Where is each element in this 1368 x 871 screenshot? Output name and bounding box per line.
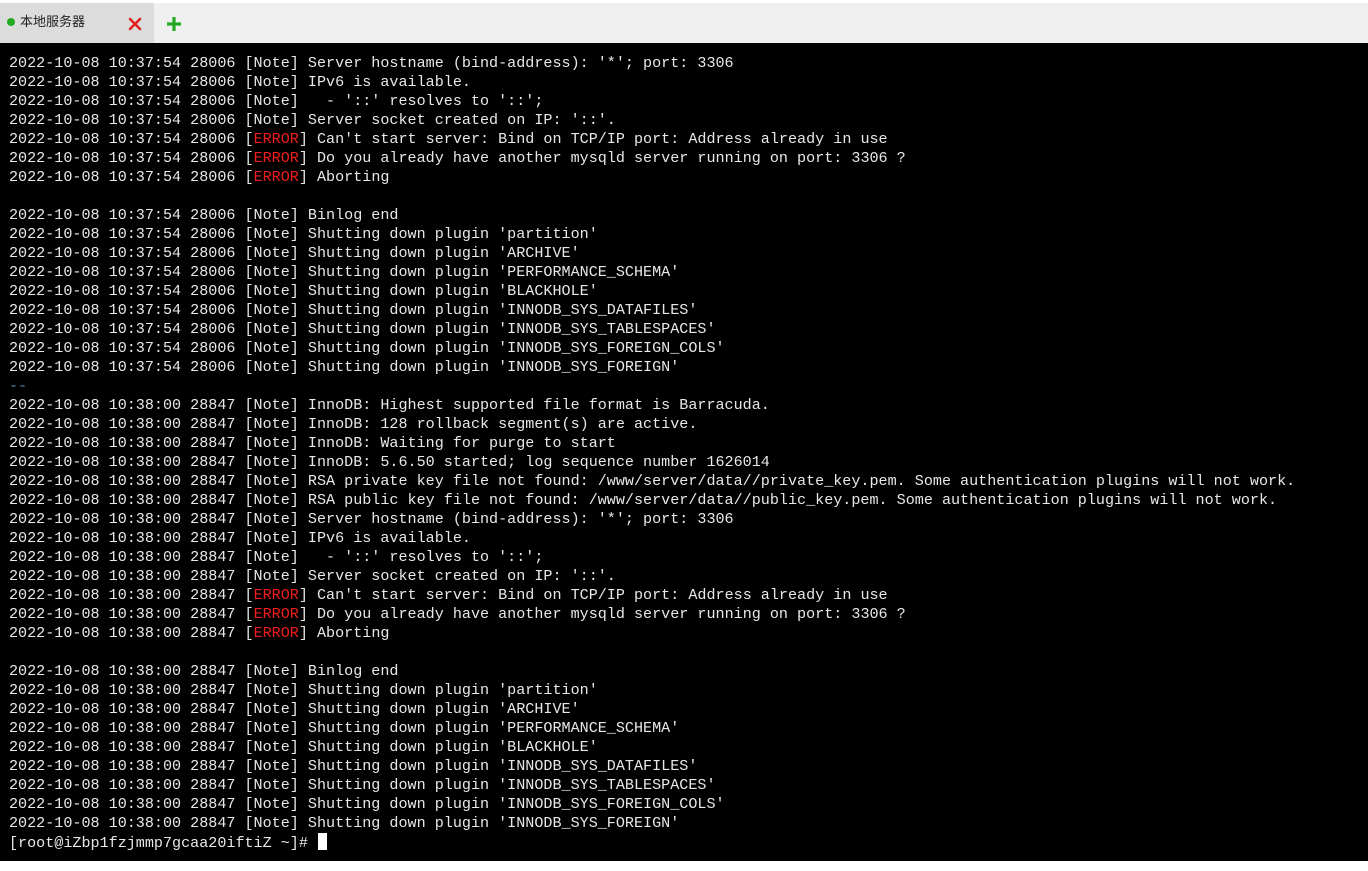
log-prefix: 2022-10-08 10:37:54 28006 [	[9, 149, 254, 167]
log-line: 2022-10-08 10:38:00 28847 [Note] IPv6 is…	[9, 529, 471, 547]
log-prefix: 2022-10-08 10:38:00 28847 [	[9, 624, 254, 642]
log-line: 2022-10-08 10:38:00 28847 [Note] Shuttin…	[9, 738, 598, 756]
log-line: 2022-10-08 10:38:00 28847 [ERROR] Aborti…	[0, 624, 1368, 643]
log-line: 2022-10-08 10:38:00 28847 [Note] Binlog …	[9, 662, 399, 680]
log-line: 2022-10-08 10:38:00 28847 [Note] Shuttin…	[9, 681, 598, 699]
log-line: 2022-10-08 10:38:00 28847 [Note] RSA pub…	[9, 491, 1278, 509]
log-line: 2022-10-08 10:38:00 28847 [Note] Shuttin…	[9, 700, 580, 718]
log-line: 2022-10-08 10:38:00 28847 [Note] Shuttin…	[9, 795, 725, 813]
log-line: 2022-10-08 10:37:54 28006 [Note] Shuttin…	[9, 320, 716, 338]
tab-label: 本地服务器	[20, 14, 86, 29]
log-line: --	[0, 377, 1368, 396]
log-line: 2022-10-08 10:37:54 28006 [Note] Shuttin…	[9, 301, 698, 319]
terminal-window: 本地服务器 2022-10-08 10:37:54 28006 [Note] S…	[0, 0, 1368, 871]
log-line: 2022-10-08 10:37:54 28006 [Note] Shuttin…	[9, 225, 598, 243]
log-line: 2022-10-08 10:38:00 28847 [Note] Shuttin…	[9, 757, 698, 775]
log-line: 2022-10-08 10:37:54 28006 [Note] Shuttin…	[9, 244, 580, 262]
log-line: 2022-10-08 10:38:00 28847 [ERROR] Can't …	[0, 586, 1368, 605]
log-prefix: 2022-10-08 10:38:00 28847 [	[9, 586, 254, 604]
log-line: 2022-10-08 10:38:00 28847 [Note] Server …	[9, 567, 616, 585]
tab-local-server[interactable]: 本地服务器	[0, 3, 154, 43]
tab-bar: 本地服务器	[0, 3, 1368, 43]
window-bottom-edge	[0, 861, 1368, 871]
error-tag: ERROR	[253, 149, 299, 167]
log-line: 2022-10-08 10:38:00 28847 [Note] Shuttin…	[9, 776, 716, 794]
log-line: 2022-10-08 10:38:00 28847 [Note] InnoDB:…	[9, 434, 616, 452]
log-line: 2022-10-08 10:38:00 28847 [Note] - '::' …	[9, 548, 544, 566]
log-line: 2022-10-08 10:38:00 28847 [Note] InnoDB:…	[9, 396, 770, 414]
log-line: 2022-10-08 10:37:54 28006 [Note] IPv6 is…	[9, 73, 471, 91]
error-tag: ERROR	[253, 130, 299, 148]
log-line: 2022-10-08 10:37:54 28006 [Note] Shuttin…	[9, 282, 598, 300]
shell-prompt: [root@iZbp1fzjmmp7gcaa20iftiZ ~]#	[9, 834, 317, 852]
log-prefix: 2022-10-08 10:38:00 28847 [	[9, 605, 254, 623]
log-line: 2022-10-08 10:38:00 28847 [Note] Shuttin…	[9, 814, 680, 832]
plus-icon[interactable]	[165, 15, 183, 33]
connection-status-icon	[7, 18, 15, 26]
log-line: 2022-10-08 10:37:54 28006 [Note] Shuttin…	[9, 358, 680, 376]
log-prefix: 2022-10-08 10:37:54 28006 [	[9, 168, 254, 186]
log-line: 2022-10-08 10:38:00 28847 [Note] Server …	[9, 510, 734, 528]
error-tag: ERROR	[253, 605, 299, 623]
error-tag: ERROR	[253, 168, 299, 186]
text-cursor	[317, 833, 327, 850]
log-prefix: 2022-10-08 10:37:54 28006 [	[9, 130, 254, 148]
log-message: ] Do you already have another mysqld ser…	[298, 605, 906, 623]
log-line: 2022-10-08 10:38:00 28847 [ERROR] Do you…	[0, 605, 1368, 624]
error-tag: ERROR	[253, 586, 299, 604]
log-line: 2022-10-08 10:38:00 28847 [Note] InnoDB:…	[9, 415, 698, 433]
log-line: 2022-10-08 10:37:54 28006 [Note] Server …	[9, 111, 616, 129]
shell-prompt-line[interactable]: [root@iZbp1fzjmmp7gcaa20iftiZ ~]#	[0, 833, 1368, 852]
log-line: 2022-10-08 10:38:00 28847 [Note] InnoDB:…	[9, 453, 770, 471]
error-tag: ERROR	[253, 624, 299, 642]
log-message: ] Can't start server: Bind on TCP/IP por…	[298, 130, 888, 148]
log-line: 2022-10-08 10:37:54 28006 [Note] Shuttin…	[9, 263, 680, 281]
log-line: 2022-10-08 10:37:54 28006 [ERROR] Can't …	[0, 130, 1368, 149]
log-message: ] Aborting	[298, 168, 390, 186]
terminal-output[interactable]: 2022-10-08 10:37:54 28006 [Note] Server …	[0, 43, 1368, 861]
close-icon[interactable]	[126, 15, 144, 33]
log-message: ] Can't start server: Bind on TCP/IP por…	[298, 586, 888, 604]
log-line: 2022-10-08 10:38:00 28847 [Note] Shuttin…	[9, 719, 680, 737]
log-line: 2022-10-08 10:37:54 28006 [Note] Server …	[9, 54, 734, 72]
log-message: ] Do you already have another mysqld ser…	[298, 149, 906, 167]
log-line: 2022-10-08 10:37:54 28006 [ERROR] Aborti…	[0, 168, 1368, 187]
log-line: 2022-10-08 10:37:54 28006 [Note] Binlog …	[9, 206, 399, 224]
log-line: 2022-10-08 10:37:54 28006 [ERROR] Do you…	[0, 149, 1368, 168]
log-line: 2022-10-08 10:38:00 28847 [Note] RSA pri…	[9, 472, 1296, 490]
separator-text: --	[9, 377, 28, 395]
log-line: 2022-10-08 10:37:54 28006 [Note] - '::' …	[9, 92, 544, 110]
log-message: ] Aborting	[298, 624, 390, 642]
log-line: 2022-10-08 10:37:54 28006 [Note] Shuttin…	[9, 339, 725, 357]
